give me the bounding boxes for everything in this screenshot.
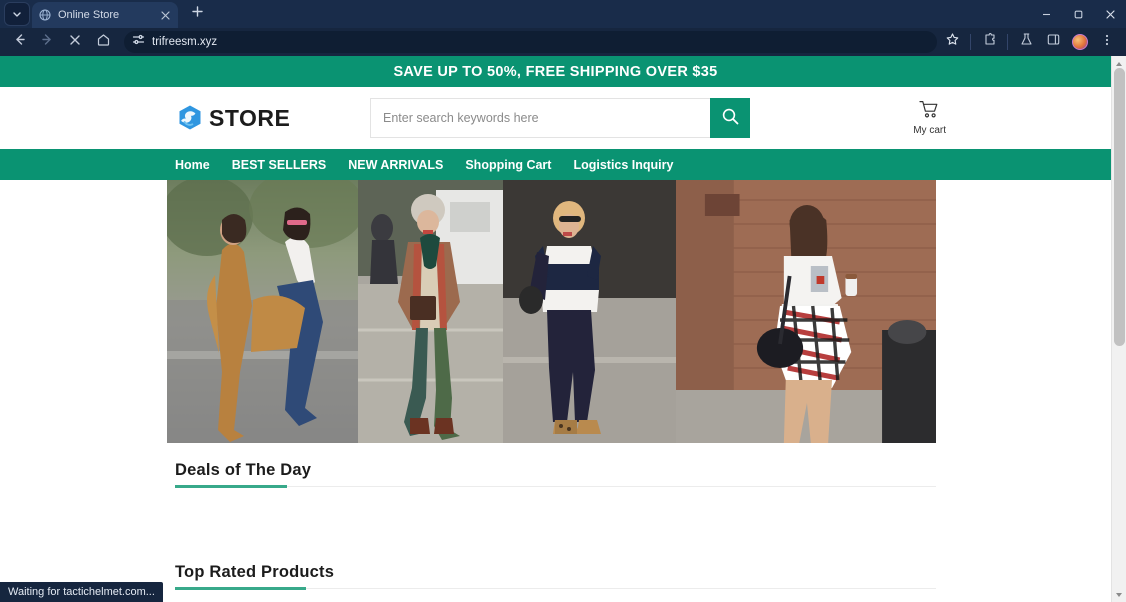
status-bar: Waiting for tactichelmet.com... (0, 582, 163, 602)
main-navigation: Home BEST SELLERS NEW ARRIVALS Shopping … (0, 149, 1111, 180)
scroll-down-arrow-icon[interactable] (1112, 587, 1126, 602)
cart-button[interactable]: My cart (913, 100, 946, 136)
back-arrow-icon (12, 32, 27, 52)
side-panel-icon (1046, 32, 1061, 52)
search-button[interactable] (710, 98, 750, 138)
bookmark-button[interactable] (939, 30, 965, 54)
hero-slide[interactable] (358, 180, 503, 443)
hero-slide[interactable] (503, 180, 676, 443)
tune-icon[interactable] (132, 33, 145, 51)
tab-close-icon[interactable] (158, 8, 172, 22)
nav-item-logistics-inquiry[interactable]: Logistics Inquiry (573, 158, 673, 172)
maximize-button[interactable] (1062, 0, 1094, 28)
chevron-down-icon (12, 9, 22, 19)
toolbar-divider (970, 34, 971, 50)
search-input[interactable] (370, 98, 710, 138)
section-deals-of-the-day: Deals of The Day (175, 443, 936, 545)
address-bar[interactable]: trifreesm.xyz (124, 31, 937, 53)
nav-item-new-arrivals[interactable]: NEW ARRIVALS (348, 158, 443, 172)
star-icon (945, 32, 960, 52)
new-tab-button[interactable] (184, 2, 210, 26)
section-title: Deals of The Day (175, 461, 312, 479)
page-viewport: SAVE UP TO 50%, FREE SHIPPING OVER $35 S… (0, 56, 1126, 602)
nav-item-best-sellers[interactable]: BEST SELLERS (232, 158, 326, 172)
section-underline (175, 485, 936, 488)
stop-loading-icon (68, 33, 82, 52)
tab-strip: Online Store (0, 0, 1126, 28)
section-body (175, 487, 936, 545)
stop-loading-button[interactable] (62, 30, 88, 54)
search-bar (370, 98, 750, 138)
three-dot-menu-icon (1100, 33, 1114, 52)
section-title: Top Rated Products (175, 563, 335, 581)
profile-avatar-icon (1072, 34, 1088, 50)
forward-arrow-icon (40, 32, 55, 52)
browser-toolbar: trifreesm.xyz (0, 28, 1126, 56)
forward-button[interactable] (34, 30, 60, 54)
side-panel-button[interactable] (1040, 30, 1066, 54)
site-header: STORE My cart (0, 87, 1111, 149)
hero-banner[interactable] (0, 180, 1111, 443)
page-content: Deals of The Day Top Rated Products (0, 443, 1111, 602)
extensions-button[interactable] (976, 30, 1002, 54)
tab-title: Online Store (58, 9, 120, 21)
shopping-cart-icon (919, 100, 941, 124)
nav-item-shopping-cart[interactable]: Shopping Cart (465, 158, 551, 172)
browser-menu-button[interactable] (1094, 30, 1120, 54)
back-button[interactable] (6, 30, 32, 54)
search-icon (721, 107, 740, 129)
hero-slide[interactable] (167, 180, 358, 443)
labs-button[interactable] (1013, 30, 1039, 54)
address-bar-url: trifreesm.xyz (152, 36, 218, 48)
web-page: SAVE UP TO 50%, FREE SHIPPING OVER $35 S… (0, 56, 1111, 602)
scrollbar-thumb[interactable] (1114, 68, 1125, 346)
toolbar-divider-2 (1007, 34, 1008, 50)
promo-banner: SAVE UP TO 50%, FREE SHIPPING OVER $35 (0, 56, 1111, 87)
minimize-button[interactable] (1030, 0, 1062, 28)
page-scrollbar[interactable] (1111, 56, 1126, 602)
close-button[interactable] (1094, 0, 1126, 28)
home-button[interactable] (90, 30, 116, 54)
browser-tab[interactable]: Online Store (32, 2, 178, 28)
section-body (175, 589, 936, 602)
plus-icon (191, 5, 204, 23)
toolbar-right-actions (939, 30, 1120, 54)
home-icon (96, 32, 111, 52)
site-logo-text: STORE (209, 104, 291, 131)
extensions-puzzle-icon (982, 32, 997, 52)
globe-icon (38, 8, 52, 22)
window-controls (1030, 0, 1126, 28)
nav-item-home[interactable]: Home (175, 158, 210, 172)
hexagon-swirl-logo-icon (175, 103, 205, 133)
tab-search-button[interactable] (4, 2, 30, 26)
flask-icon (1019, 32, 1034, 52)
cart-label: My cart (913, 125, 946, 136)
browser-window: Online Store trifreesm.xyz SAVE UP TO 50… (0, 0, 1126, 602)
hero-slide[interactable] (676, 180, 936, 443)
site-logo[interactable]: STORE (175, 103, 370, 133)
section-underline (175, 587, 936, 590)
profile-button[interactable] (1067, 30, 1093, 54)
section-top-rated-products: Top Rated Products (175, 545, 936, 602)
